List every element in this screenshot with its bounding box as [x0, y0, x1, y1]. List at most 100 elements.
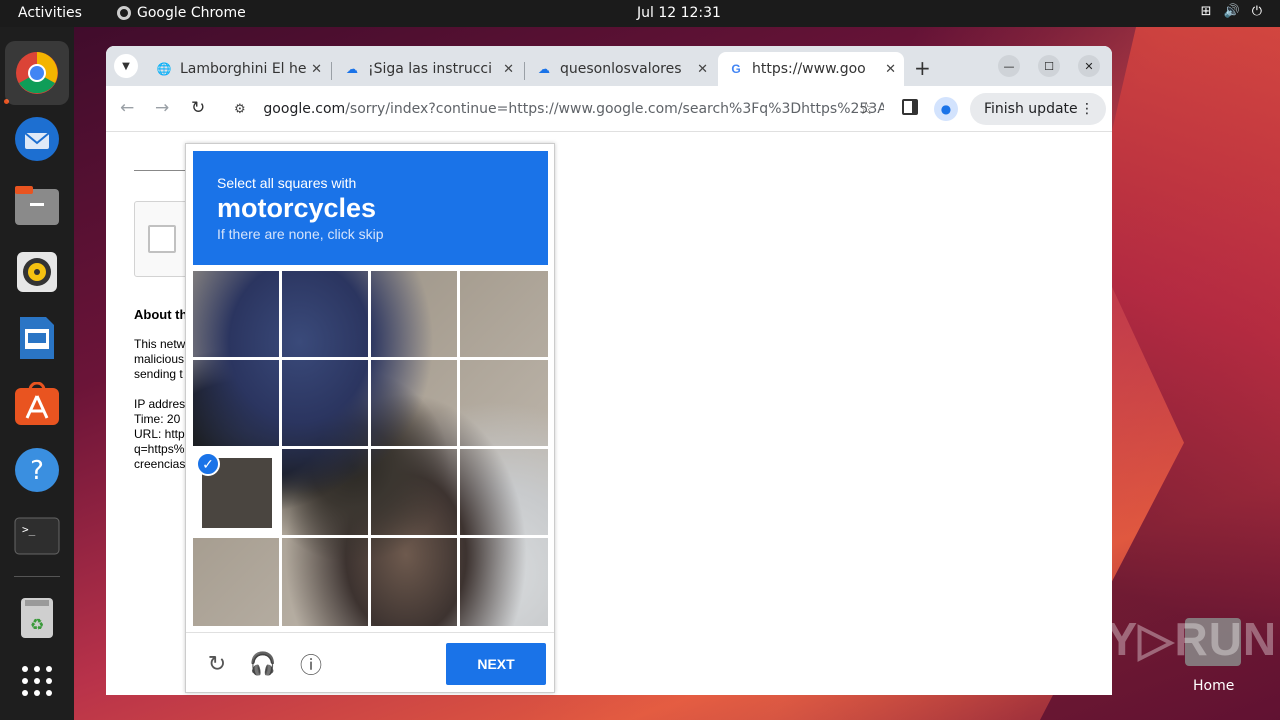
- para-line: sending t: [134, 367, 183, 381]
- info-icon[interactable]: ⓘ: [298, 651, 324, 678]
- top-bar: Activities Google Chrome Jul 12 12:31 ⊞ …: [0, 0, 1280, 27]
- svg-text:>_: >_: [22, 523, 36, 536]
- profile-avatar-icon[interactable]: ●: [934, 97, 958, 121]
- next-button[interactable]: NEXT: [446, 643, 546, 685]
- dock-terminal[interactable]: >_: [13, 512, 61, 560]
- app-menu[interactable]: Google Chrome: [117, 5, 246, 21]
- reload-challenge-icon[interactable]: ↻: [204, 651, 230, 677]
- download-cloud-icon: ☁: [538, 62, 550, 76]
- dock-show-apps[interactable]: [13, 657, 61, 705]
- checkmark-icon: ✓: [196, 452, 220, 476]
- close-window-button[interactable]: ✕: [1078, 55, 1100, 77]
- captcha-tile[interactable]: [371, 360, 457, 446]
- grid-line: [193, 535, 548, 538]
- chrome-app-icon: [117, 6, 131, 20]
- dock-files[interactable]: [13, 182, 61, 230]
- reload-button[interactable]: ↻: [191, 98, 205, 118]
- grid-line: [193, 446, 548, 449]
- watermark-logo: ANY▷RUN: [1038, 613, 1278, 665]
- minimize-button[interactable]: —: [998, 55, 1020, 77]
- chevron-down-icon: ▼: [122, 60, 130, 72]
- captcha-tile[interactable]: [193, 538, 279, 624]
- dock-help[interactable]: ?: [13, 446, 61, 494]
- finish-update-label: Finish update: [984, 101, 1078, 117]
- url-path: /sorry/index?continue=https://www.google…: [345, 101, 884, 117]
- svg-text:?: ?: [30, 456, 44, 486]
- side-panel-icon[interactable]: [902, 99, 918, 115]
- impress-icon: [20, 317, 54, 359]
- challenge-header: Select all squares with motorcycles If t…: [193, 151, 548, 265]
- tab-strip: ▼ 🌐 Lamborghini El he ✕ ☁ ¡Siga las inst…: [106, 46, 1112, 86]
- tab-siga[interactable]: ☁ ¡Siga las instrucci ✕: [334, 52, 522, 86]
- help-icon: ?: [15, 448, 59, 492]
- captcha-tile[interactable]: [460, 538, 546, 624]
- maximize-button[interactable]: ☐: [1038, 55, 1060, 77]
- para-line: malicious: [134, 352, 185, 366]
- captcha-tile[interactable]: [371, 449, 457, 535]
- challenge-target: motorcycles: [217, 193, 377, 223]
- close-icon[interactable]: ✕: [885, 62, 896, 77]
- tab-title: quesonlosvalores: [560, 61, 682, 77]
- svg-text:♻: ♻: [30, 615, 44, 634]
- dock-trash[interactable]: ♻: [13, 594, 61, 642]
- url-host: google.com: [263, 101, 346, 117]
- power-icon: ⏻: [1251, 4, 1262, 19]
- dock-app-center[interactable]: [13, 380, 61, 428]
- audio-challenge-icon[interactable]: 🎧: [249, 651, 276, 677]
- info-line: IP addres: [134, 397, 186, 411]
- captcha-tile[interactable]: [193, 271, 279, 357]
- tab-divider: [331, 62, 332, 80]
- address-bar[interactable]: ⚙ google.com /sorry/index?continue=https…: [224, 92, 884, 126]
- new-tab-button[interactable]: +: [914, 56, 931, 80]
- maximize-icon: ☐: [1044, 59, 1054, 73]
- recaptcha-checkbox[interactable]: [148, 225, 176, 253]
- dock: ? >_ ♻: [0, 27, 74, 720]
- info-line: URL: http: [134, 427, 185, 441]
- dock-thunderbird[interactable]: [13, 115, 61, 163]
- captcha-tile[interactable]: [282, 360, 368, 446]
- tab-search-button[interactable]: ▼: [114, 54, 138, 78]
- captcha-tile[interactable]: [193, 360, 279, 446]
- chrome-icon: [16, 52, 58, 94]
- minimize-icon: —: [1003, 59, 1015, 73]
- captcha-tile[interactable]: [282, 271, 368, 357]
- dock-libreoffice-impress[interactable]: [13, 314, 61, 362]
- dock-chrome[interactable]: [5, 41, 69, 105]
- captcha-tile[interactable]: [460, 271, 546, 357]
- home-folder-label[interactable]: Home: [1193, 678, 1234, 694]
- globe-icon: 🌐: [156, 62, 172, 76]
- tab-lamborghini[interactable]: 🌐 Lamborghini El he ✕: [146, 52, 330, 86]
- tab-title: https://www.goo: [752, 61, 866, 77]
- site-info-icon[interactable]: ⚙: [234, 102, 253, 117]
- back-button[interactable]: ←: [120, 98, 134, 118]
- tab-title: ¡Siga las instrucci: [368, 61, 492, 77]
- tab-quesonlosvalores[interactable]: ☁ quesonlosvalores ✕: [526, 52, 716, 86]
- dock-rhythmbox[interactable]: [13, 248, 61, 296]
- captcha-tile[interactable]: [282, 449, 368, 535]
- close-icon[interactable]: ✕: [503, 62, 514, 77]
- captcha-tile[interactable]: [371, 271, 457, 357]
- bookmark-star-icon[interactable]: ☆: [859, 99, 874, 119]
- close-icon[interactable]: ✕: [311, 62, 322, 77]
- close-icon: ✕: [1084, 59, 1094, 73]
- captcha-tile[interactable]: [460, 449, 546, 535]
- captcha-tile[interactable]: [282, 538, 368, 624]
- captcha-tile[interactable]: [371, 538, 457, 624]
- tab-google-active[interactable]: G https://www.goo ✕: [718, 52, 904, 86]
- info-line: Time: 20: [134, 412, 181, 426]
- clock[interactable]: Jul 12 12:31: [637, 5, 721, 21]
- download-cloud-icon: ☁: [346, 62, 358, 76]
- challenge-instruction: Select all squares with: [217, 175, 357, 191]
- system-tray[interactable]: ⊞ 🔊 ⏻: [1201, 4, 1262, 19]
- close-icon[interactable]: ✕: [697, 62, 708, 77]
- para-line: This netw: [134, 337, 186, 351]
- toolbar: ← → ↻ ⚙ google.com /sorry/index?continue…: [106, 86, 1112, 132]
- captcha-tile[interactable]: [460, 360, 546, 446]
- about-heading: About th: [134, 307, 188, 322]
- captcha-tile[interactable]: ✓: [193, 449, 279, 535]
- activities-button[interactable]: Activities: [18, 5, 82, 21]
- forward-button[interactable]: →: [155, 98, 169, 118]
- finish-update-button[interactable]: Finish update ⋮: [970, 93, 1106, 125]
- google-icon: G: [728, 61, 744, 77]
- kebab-menu-icon[interactable]: ⋮: [1080, 101, 1094, 117]
